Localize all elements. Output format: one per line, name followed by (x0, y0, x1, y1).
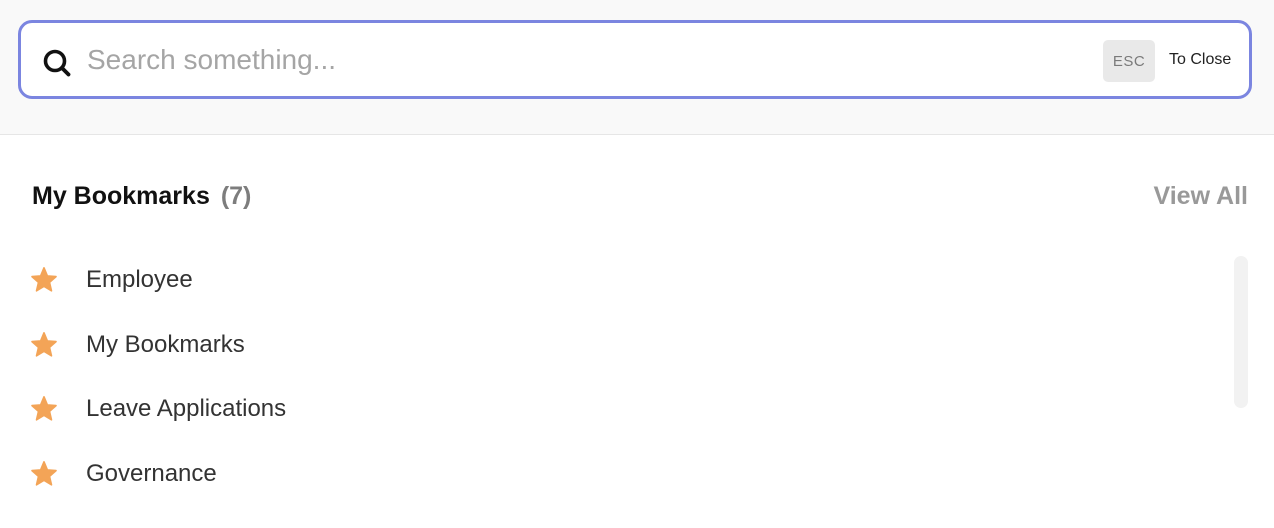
bookmark-label: Leave Applications (86, 395, 287, 423)
view-all-link[interactable]: View All (1154, 182, 1248, 211)
bookmark-item[interactable]: Governance (30, 442, 1220, 507)
star-icon (31, 460, 57, 486)
bookmarks-heading: My Bookmarks (7) (32, 182, 251, 211)
search-box[interactable]: ESC To Close (18, 20, 1252, 99)
search-panel: ESC To Close (0, 0, 1274, 135)
bookmark-label: My Bookmarks (86, 330, 245, 358)
bookmark-item[interactable]: Employee (30, 248, 1220, 313)
esc-hint-text: To Close (1169, 51, 1232, 68)
bookmarks-count: (7) (220, 182, 252, 210)
star-icon (31, 396, 57, 421)
bookmark-item[interactable]: Leave Applications (30, 377, 1220, 442)
scrollbar[interactable] (1234, 256, 1248, 408)
esc-key-badge: ESC (1103, 40, 1155, 82)
star-icon (31, 267, 57, 292)
bookmark-label: Governance (86, 459, 217, 487)
search-input[interactable] (87, 37, 1077, 83)
search-icon (43, 49, 71, 77)
bookmark-label: Employee (86, 266, 193, 294)
bookmarks-title: My Bookmarks (32, 182, 210, 210)
bookmark-list: Employee My Bookmarks Leave Applications… (30, 248, 1220, 506)
bookmark-item[interactable]: My Bookmarks (30, 313, 1220, 378)
star-icon (31, 331, 57, 357)
